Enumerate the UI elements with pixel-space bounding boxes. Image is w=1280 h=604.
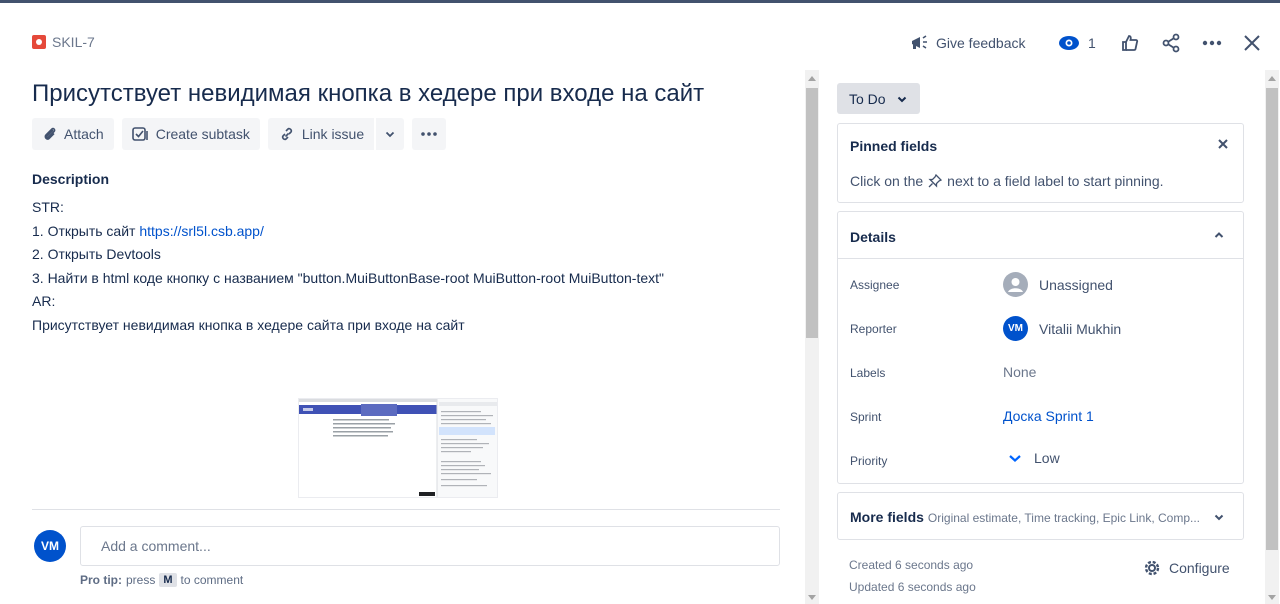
pro-tip-key: M bbox=[159, 573, 177, 587]
link-icon bbox=[278, 126, 296, 142]
scrollbar-down-arrow[interactable] bbox=[808, 595, 816, 600]
description-line: 1. Открыть сайт https://srl5l.csb.app/ bbox=[32, 220, 772, 244]
share-icon[interactable] bbox=[1161, 33, 1181, 53]
description-text: 1. Открыть сайт bbox=[32, 222, 140, 239]
issue-key: SKIL-7 bbox=[52, 34, 95, 50]
paperclip-icon bbox=[42, 126, 58, 142]
description-line: 3. Найти в html коде кнопку с названием … bbox=[32, 269, 665, 286]
details-header[interactable]: Details bbox=[838, 212, 1243, 259]
avatar: VM bbox=[34, 530, 66, 562]
assignee-field[interactable]: Unassigned bbox=[1003, 272, 1113, 297]
issue-key-link[interactable]: SKIL-7 bbox=[32, 34, 95, 50]
scrollbar-thumb[interactable] bbox=[806, 88, 818, 338]
sprint-value[interactable]: Доска Sprint 1 bbox=[1003, 408, 1094, 424]
create-subtask-button[interactable]: Create subtask bbox=[121, 118, 260, 150]
scrollbar-up-arrow[interactable] bbox=[1268, 76, 1276, 81]
screenshot-preview bbox=[299, 399, 497, 497]
description-line: AR: bbox=[32, 293, 56, 309]
reporter-field[interactable]: VM Vitalii Mukhin bbox=[1003, 316, 1121, 341]
watch-count: 1 bbox=[1088, 35, 1096, 51]
thumbs-up-icon[interactable] bbox=[1120, 33, 1140, 53]
priority-value: Low bbox=[1034, 450, 1060, 466]
details-title: Details bbox=[850, 229, 896, 245]
unassigned-avatar-icon bbox=[1003, 272, 1028, 297]
created-timestamp: Created 6 seconds ago bbox=[849, 558, 974, 572]
gear-icon bbox=[1142, 558, 1162, 578]
details-panel: Details Assignee Unassigned Reporter VM … bbox=[837, 211, 1244, 484]
pinned-hint-before: Click on the bbox=[850, 173, 924, 189]
issue-title[interactable]: Присутствует невидимая кнопка в хедере п… bbox=[32, 80, 704, 108]
bug-icon bbox=[32, 35, 46, 49]
pinned-fields-hint: Click on the next to a field label to st… bbox=[850, 173, 1164, 189]
pinned-fields-panel: Pinned fields Click on the next to a fie… bbox=[837, 123, 1244, 203]
description-line: Присутствует невидимая кнопка в хедере с… bbox=[32, 316, 465, 333]
assignee-value: Unassigned bbox=[1039, 276, 1113, 293]
link-issue-group: Link issue bbox=[267, 118, 405, 150]
more-fields-title: More fields bbox=[850, 509, 924, 525]
reporter-label: Reporter bbox=[850, 322, 897, 336]
description-line: 2. Открыть Devtools bbox=[32, 246, 161, 262]
sprint-label: Sprint bbox=[850, 410, 882, 424]
assignee-label: Assignee bbox=[850, 278, 900, 292]
status-label: To Do bbox=[849, 90, 886, 107]
priority-low-icon bbox=[1008, 451, 1022, 465]
link-issue-label: Link issue bbox=[301, 126, 365, 142]
pin-icon bbox=[928, 174, 943, 188]
link-issue-dropdown-button[interactable] bbox=[376, 118, 405, 150]
description-link[interactable]: https://srl5l.csb.app/ bbox=[139, 223, 264, 239]
chevron-down-icon bbox=[896, 93, 908, 105]
close-icon[interactable] bbox=[1217, 138, 1229, 150]
pinned-hint-after: next to a field label to start pinning. bbox=[947, 173, 1164, 189]
configure-button[interactable]: Configure bbox=[1142, 558, 1230, 578]
window-top-border bbox=[0, 0, 1280, 3]
comment-divider bbox=[32, 509, 780, 510]
comment-placeholder: Add a comment... bbox=[101, 538, 211, 554]
megaphone-icon bbox=[910, 34, 930, 52]
more-fields-row: More fields Original estimate, Time trac… bbox=[850, 509, 1200, 525]
updated-timestamp: Updated 6 seconds ago bbox=[849, 580, 976, 594]
sidebar-scrollbar[interactable] bbox=[1265, 70, 1279, 604]
chevron-up-icon[interactable] bbox=[1213, 229, 1225, 241]
more-actions-button[interactable] bbox=[412, 118, 447, 150]
pinned-fields-title: Pinned fields bbox=[850, 138, 938, 154]
create-subtask-label: Create subtask bbox=[155, 126, 250, 142]
reporter-value: Vitalii Mukhin bbox=[1039, 320, 1122, 337]
scrollbar-thumb[interactable] bbox=[1266, 88, 1278, 550]
watch-button[interactable]: 1 bbox=[1058, 32, 1096, 54]
reporter-avatar: VM bbox=[1003, 316, 1028, 341]
attach-label: Attach bbox=[64, 126, 104, 142]
more-icon[interactable] bbox=[1201, 33, 1223, 53]
scrollbar-down-arrow[interactable] bbox=[1268, 595, 1276, 600]
more-fields-panel[interactable]: More fields Original estimate, Time trac… bbox=[837, 492, 1244, 540]
close-icon[interactable] bbox=[1243, 34, 1261, 52]
attach-button[interactable]: Attach bbox=[32, 118, 114, 150]
description-heading: Description bbox=[32, 171, 110, 187]
labels-value[interactable]: None bbox=[1003, 364, 1036, 380]
main-scrollbar[interactable] bbox=[805, 70, 819, 604]
pro-tip-suffix: to comment bbox=[180, 573, 244, 587]
link-issue-button[interactable]: Link issue bbox=[267, 118, 375, 150]
issue-toolbar: Attach Create subtask Link issue bbox=[32, 118, 447, 150]
eye-icon bbox=[1058, 35, 1080, 51]
scrollbar-up-arrow[interactable] bbox=[808, 76, 816, 81]
labels-label: Labels bbox=[850, 366, 886, 380]
configure-label: Configure bbox=[1169, 560, 1230, 576]
more-fields-summary: Original estimate, Time tracking, Epic L… bbox=[927, 511, 1201, 525]
pro-tip-press: press bbox=[126, 573, 156, 587]
priority-label: Priority bbox=[850, 454, 888, 468]
comment-input[interactable]: Add a comment... bbox=[80, 526, 780, 566]
chevron-down-icon[interactable] bbox=[1213, 511, 1225, 523]
description-body[interactable]: STR: 1. Открыть сайт https://srl5l.csb.a… bbox=[32, 196, 772, 337]
more-icon bbox=[420, 126, 438, 142]
give-feedback-button[interactable]: Give feedback bbox=[910, 32, 1026, 54]
pro-tip-label: Pro tip: bbox=[80, 573, 122, 587]
give-feedback-label: Give feedback bbox=[936, 35, 1026, 51]
attachment-thumbnail[interactable] bbox=[298, 398, 498, 498]
description-line: STR: bbox=[32, 199, 64, 215]
subtask-icon bbox=[131, 126, 150, 142]
priority-field[interactable]: Low bbox=[1008, 450, 1060, 466]
chevron-down-icon bbox=[384, 128, 396, 140]
pro-tip: Pro tip: press M to comment bbox=[80, 573, 243, 587]
status-dropdown[interactable]: To Do bbox=[837, 83, 920, 114]
